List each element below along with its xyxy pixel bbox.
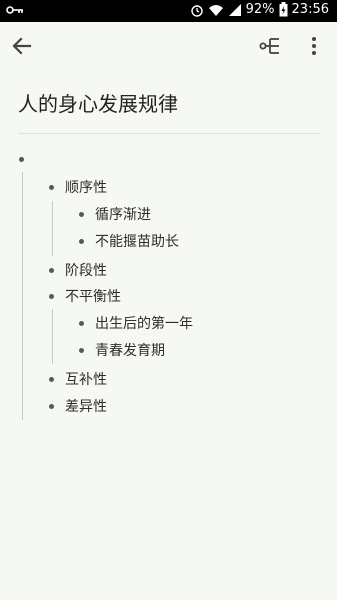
node-text[interactable]: 出生后的第一年 xyxy=(95,316,193,332)
node-bullet[interactable] xyxy=(79,348,84,353)
root-bullet[interactable] xyxy=(19,157,24,162)
outline-tree: 顺序性 循序渐进 不能揠苗助长 阶段性 不平衡性 出生后的第一年 青春发育期 互… xyxy=(0,0,337,600)
node-bullet[interactable] xyxy=(49,404,54,409)
node-text[interactable]: 顺序性 xyxy=(65,180,107,196)
node-bullet[interactable] xyxy=(49,294,54,299)
child-guide-line xyxy=(52,201,53,256)
node-text[interactable]: 青春发育期 xyxy=(95,343,165,359)
node-text[interactable]: 差异性 xyxy=(65,399,107,415)
node-bullet[interactable] xyxy=(79,212,84,217)
node-text[interactable]: 循序渐进 xyxy=(95,207,151,223)
node-bullet[interactable] xyxy=(49,185,54,190)
node-text[interactable]: 互补性 xyxy=(65,372,107,388)
node-text[interactable]: 不能揠苗助长 xyxy=(95,234,179,250)
node-text[interactable]: 阶段性 xyxy=(65,263,107,279)
node-bullet[interactable] xyxy=(49,377,54,382)
node-text[interactable]: 不平衡性 xyxy=(65,289,121,305)
node-bullet[interactable] xyxy=(79,239,84,244)
node-bullet[interactable] xyxy=(79,321,84,326)
root-guide-line xyxy=(22,172,23,420)
child-guide-line xyxy=(52,309,53,364)
node-bullet[interactable] xyxy=(49,268,54,273)
